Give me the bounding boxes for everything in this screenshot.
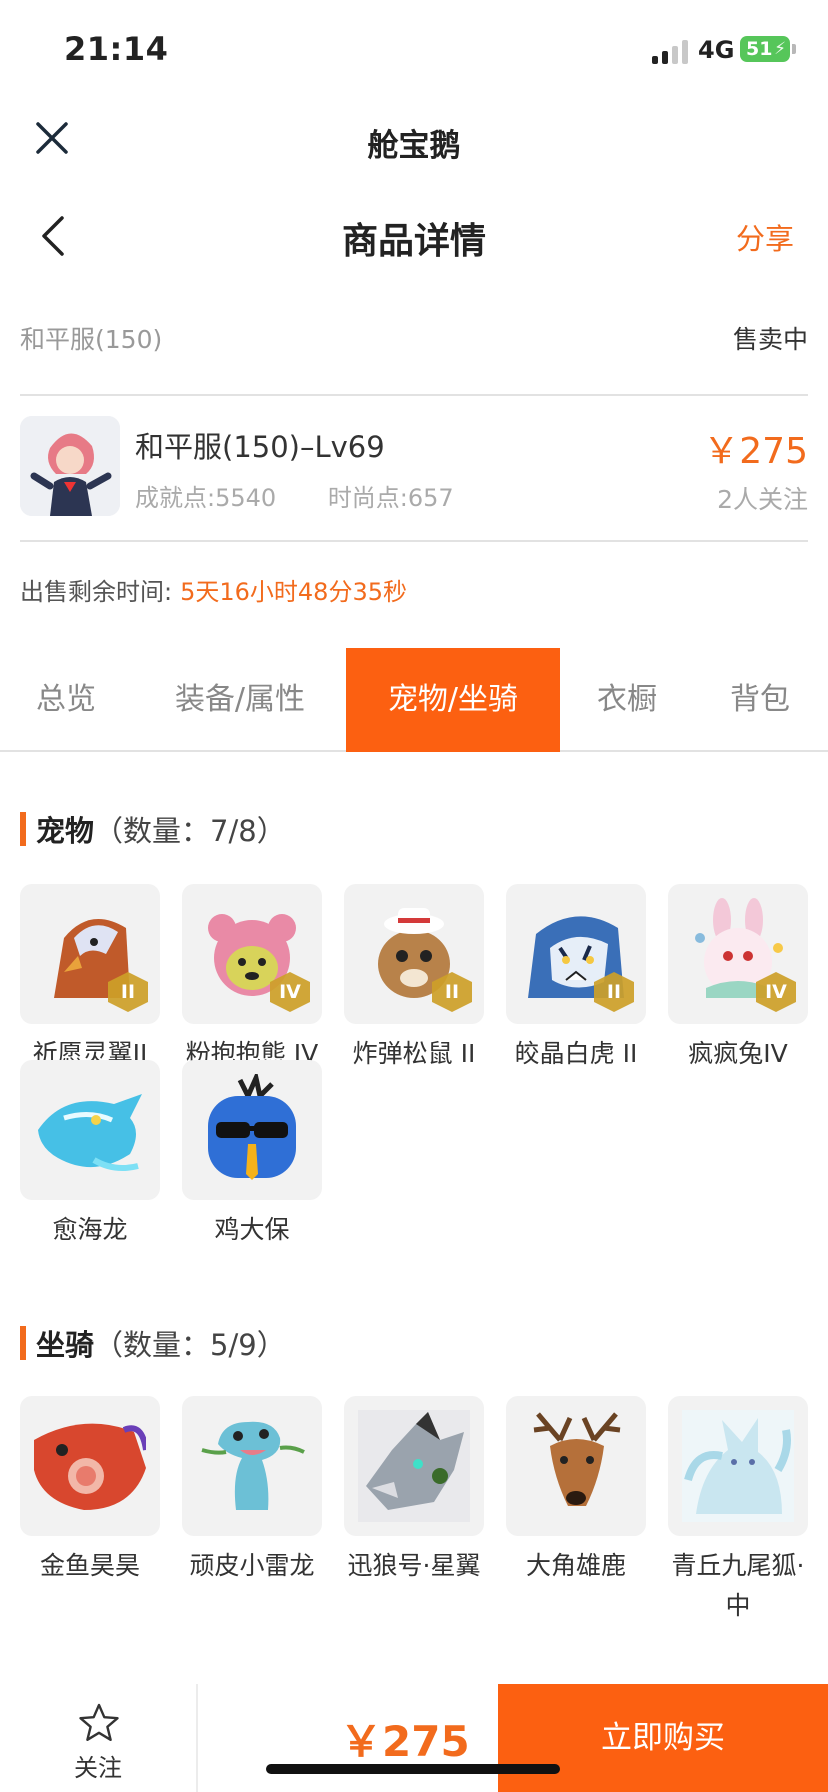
- bird-icon: [208, 1074, 296, 1180]
- mount-thumbnail: [668, 1396, 808, 1536]
- server-name: 和平服(150): [20, 325, 163, 354]
- mounts-section-title: 坐骑（数量：5/9）: [20, 1322, 286, 1364]
- pet-card[interactable]: II 祈愿灵翼II: [20, 884, 160, 1074]
- pet-card[interactable]: II 炸弹松鼠 II: [344, 884, 484, 1074]
- sale-status: 售卖中: [732, 325, 808, 354]
- mount-name: 迅狼号·星翼: [347, 1551, 481, 1580]
- buy-now-button[interactable]: 立即购买: [498, 1684, 828, 1792]
- pet-thumbnail: [20, 1060, 160, 1200]
- webview-title: 舱宝鹅: [367, 128, 461, 164]
- battery-icon: 51 ⚡: [740, 36, 796, 62]
- server-row: 和平服(150) 售卖中: [20, 320, 808, 360]
- tab-wardrobe[interactable]: 衣橱: [576, 648, 678, 752]
- pet-thumbnail: IV: [668, 884, 808, 1024]
- mount-thumbnail: [182, 1396, 322, 1536]
- deer-icon: [533, 1412, 621, 1506]
- product-stats: 成就点:5540 时尚点:657: [135, 478, 498, 513]
- pets-title: 宠物: [36, 814, 95, 848]
- star-icon: [79, 1703, 119, 1741]
- sale-countdown: 出售剩余时间: 5天16小时48分35秒: [20, 572, 407, 607]
- mount-thumbnail: [344, 1396, 484, 1536]
- mount-name: 大角雄鹿: [525, 1551, 626, 1580]
- mount-card[interactable]: 大角雄鹿: [506, 1396, 646, 1586]
- product-summary[interactable]: 和平服(150)–Lv69 成就点:5540 时尚点:657 ￥275 2人关注: [20, 414, 808, 524]
- pet-thumbnail: II: [20, 884, 160, 1024]
- divider: [20, 394, 808, 396]
- webview-header: 舱宝鹅: [0, 96, 828, 186]
- pet-card[interactable]: 愈海龙: [20, 1060, 160, 1250]
- pet-card[interactable]: IV 疯疯兔IV: [668, 884, 808, 1074]
- pets-count: （数量：7/8）: [94, 814, 286, 848]
- detail-tabs: 总览 装备/属性 宠物/坐骑 衣橱 背包: [0, 648, 828, 752]
- pet-name: 疯疯兔IV: [688, 1039, 788, 1068]
- status-bar: 21:14 4G 51 ⚡: [0, 0, 828, 96]
- tab-overview[interactable]: 总览: [0, 648, 132, 752]
- mount-thumbnail: [20, 1396, 160, 1536]
- pet-name: 炸弹松鼠 II: [352, 1039, 476, 1068]
- mounts-count: （数量：5/9）: [94, 1328, 286, 1362]
- pet-thumbnail: II: [344, 884, 484, 1024]
- countdown-label: 出售剩余时间:: [20, 578, 173, 606]
- nav-bar: 商品详情 分享: [0, 186, 828, 286]
- follow-button[interactable]: 关注: [0, 1684, 198, 1792]
- page-title: 商品详情: [341, 221, 486, 262]
- battery-level: 51: [746, 38, 773, 60]
- mount-card[interactable]: 金鱼昊昊: [20, 1396, 160, 1586]
- share-button[interactable]: 分享: [736, 216, 794, 258]
- mount-name: 青丘九尾狐·中: [671, 1551, 805, 1620]
- mount-card[interactable]: 青丘九尾狐·中: [668, 1396, 808, 1626]
- follow-label: 关注: [74, 1754, 122, 1782]
- pet-thumbnail: II: [506, 884, 646, 1024]
- mount-name: 顽皮小雷龙: [189, 1551, 315, 1580]
- bottom-action-bar: 关注 ￥275 立即购买: [0, 1684, 828, 1792]
- mount-name: 金鱼昊昊: [39, 1551, 140, 1580]
- network-type: 4G: [698, 36, 735, 64]
- dinosaur-icon: [201, 1421, 305, 1510]
- status-time: 21:14: [64, 30, 169, 68]
- pet-name: 愈海龙: [52, 1215, 128, 1244]
- mount-card[interactable]: 迅狼号·星翼: [344, 1396, 484, 1586]
- fashion-points: 时尚点:657: [327, 484, 454, 512]
- tab-backpack[interactable]: 背包: [706, 648, 814, 752]
- character-avatar: [20, 416, 120, 516]
- sea-dragon-icon: [38, 1094, 142, 1171]
- pet-card[interactable]: IV 粉抱抱熊 IV: [182, 884, 322, 1074]
- goldfish-icon: [34, 1423, 146, 1510]
- bottom-price: ￥275: [340, 1717, 470, 1766]
- pet-thumbnail: IV: [182, 884, 322, 1024]
- mounts-title: 坐骑: [36, 1328, 95, 1362]
- mount-thumbnail: [506, 1396, 646, 1536]
- product-price: ￥275: [703, 431, 808, 472]
- pet-name: 鸡大保: [214, 1215, 290, 1244]
- pet-card[interactable]: II 皎晶白虎 II: [506, 884, 646, 1074]
- mech-wolf-icon: [358, 1410, 470, 1522]
- pet-name: 皎晶白虎 II: [514, 1039, 638, 1068]
- home-indicator: [266, 1764, 560, 1774]
- pets-section-title: 宠物（数量：7/8）: [20, 808, 286, 850]
- tab-equipment[interactable]: 装备/属性: [150, 648, 330, 752]
- achievement-points: 成就点:5540: [135, 484, 277, 512]
- pet-thumbnail: [182, 1060, 322, 1200]
- tab-pets-mounts[interactable]: 宠物/坐骑: [346, 648, 560, 752]
- pet-card[interactable]: 鸡大保: [182, 1060, 322, 1250]
- countdown-value: 5天16小时48分35秒: [180, 578, 407, 606]
- watcher-count: 2人关注: [717, 485, 808, 514]
- cellular-signal-icon: [652, 40, 690, 64]
- charging-bolt-icon: ⚡: [774, 39, 786, 59]
- divider: [20, 540, 808, 542]
- fox-icon: [682, 1410, 794, 1522]
- product-title: 和平服(150)–Lv69: [135, 430, 385, 464]
- mount-card[interactable]: 顽皮小雷龙: [182, 1396, 322, 1586]
